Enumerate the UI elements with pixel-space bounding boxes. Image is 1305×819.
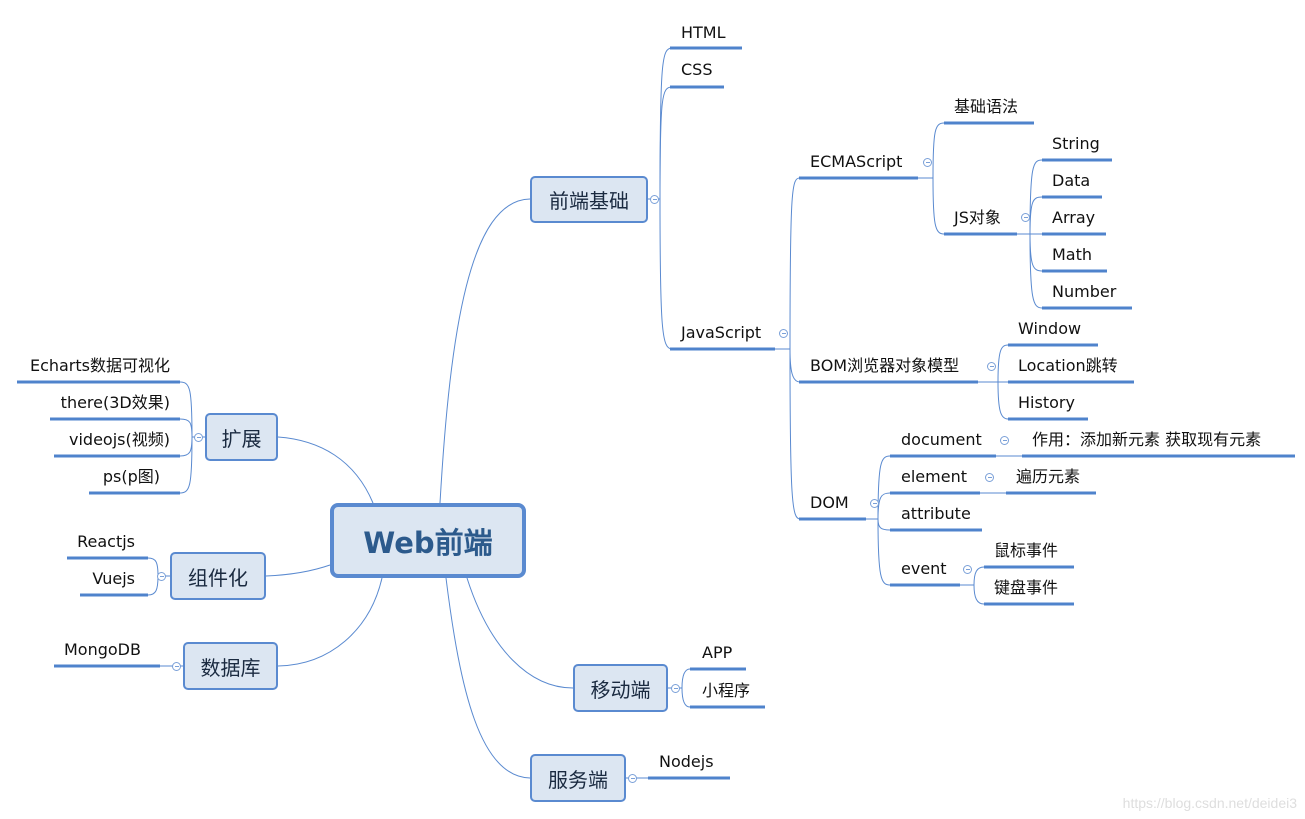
node-server[interactable]: 服务端 (530, 754, 626, 802)
connector-root-database (277, 577, 383, 667)
node-string[interactable]: String (1052, 134, 1100, 154)
node-math[interactable]: Math (1052, 245, 1092, 265)
node-miniprogram[interactable]: 小程序 (702, 681, 750, 701)
node-element[interactable]: element (901, 467, 967, 487)
node-array[interactable]: Array (1052, 208, 1095, 228)
node-echarts[interactable]: Echarts数据可视化 (30, 356, 170, 376)
node-location[interactable]: Location跳转 (1018, 356, 1118, 376)
root-node[interactable]: Web前端 (330, 503, 526, 578)
collapse-icon[interactable] (157, 572, 166, 581)
collapse-icon[interactable] (1000, 436, 1009, 445)
node-attribute[interactable]: attribute (901, 504, 971, 524)
root-node-label: Web前端 (363, 525, 493, 560)
mindmap-canvas: Web前端 前端基础 扩展 组件化 数据库 移动端 服务端 HTML CSS J… (0, 0, 1305, 819)
connector-root-frontend (439, 198, 531, 504)
node-ps[interactable]: ps(p图) (103, 467, 160, 487)
node-reactjs[interactable]: Reactjs (77, 532, 135, 552)
collapse-icon[interactable] (650, 195, 659, 204)
node-extension[interactable]: 扩展 (205, 413, 278, 461)
collapse-icon[interactable] (172, 662, 181, 671)
node-vuejs[interactable]: Vuejs (92, 569, 135, 589)
node-document[interactable]: document (901, 430, 982, 450)
node-window[interactable]: Window (1018, 319, 1081, 339)
connector-root-mobile (466, 577, 574, 689)
node-dom[interactable]: DOM (810, 493, 849, 513)
node-extension-label: 扩展 (221, 426, 262, 451)
collapse-icon[interactable] (923, 158, 932, 167)
node-keyboard-events[interactable]: 键盘事件 (994, 578, 1058, 598)
node-data[interactable]: Data (1052, 171, 1090, 191)
collapse-icon[interactable] (963, 565, 972, 574)
watermark: https://blog.csdn.net/deidei3 (1122, 795, 1297, 811)
collapse-icon[interactable] (779, 329, 788, 338)
collapse-icon[interactable] (628, 774, 637, 783)
node-history[interactable]: History (1018, 393, 1075, 413)
node-videojs[interactable]: videojs(视频) (69, 430, 170, 450)
node-mobile[interactable]: 移动端 (573, 664, 668, 712)
node-ecmascript[interactable]: ECMAScript (810, 152, 902, 172)
collapse-icon[interactable] (985, 473, 994, 482)
node-database-label: 数据库 (200, 655, 261, 680)
node-number[interactable]: Number (1052, 282, 1116, 302)
collapse-icon[interactable] (671, 684, 680, 693)
node-html[interactable]: HTML (681, 23, 726, 43)
node-database[interactable]: 数据库 (183, 642, 278, 690)
node-bom[interactable]: BOM浏览器对象模型 (810, 356, 959, 376)
node-javascript[interactable]: JavaScript (681, 323, 761, 343)
node-mongodb[interactable]: MongoDB (64, 640, 141, 660)
node-mouse-events[interactable]: 鼠标事件 (994, 541, 1058, 561)
node-event[interactable]: event (901, 559, 947, 579)
connector-root-server (445, 577, 531, 779)
node-basic-syntax[interactable]: 基础语法 (954, 97, 1018, 117)
node-componentization[interactable]: 组件化 (170, 552, 266, 600)
node-mobile-label: 移动端 (590, 677, 651, 702)
node-frontend-basics-label: 前端基础 (549, 189, 629, 213)
node-app[interactable]: APP (702, 643, 732, 663)
node-frontend-basics[interactable]: 前端基础 (530, 176, 648, 223)
node-nodejs[interactable]: Nodejs (659, 752, 714, 772)
connector-root-component (265, 564, 331, 577)
collapse-icon[interactable] (1021, 213, 1030, 222)
node-css[interactable]: CSS (681, 60, 712, 80)
connector-root-extension (277, 436, 374, 504)
collapse-icon[interactable] (870, 499, 879, 508)
node-there[interactable]: there(3D效果) (61, 393, 170, 413)
node-document-note[interactable]: 作用：添加新元素 获取现有元素 (1032, 430, 1261, 450)
node-element-note[interactable]: 遍历元素 (1016, 467, 1080, 487)
collapse-icon[interactable] (987, 362, 996, 371)
node-componentization-label: 组件化 (188, 565, 248, 590)
node-server-label: 服务端 (548, 767, 608, 792)
node-js-objects[interactable]: JS对象 (954, 208, 1001, 228)
collapse-icon[interactable] (194, 433, 203, 442)
